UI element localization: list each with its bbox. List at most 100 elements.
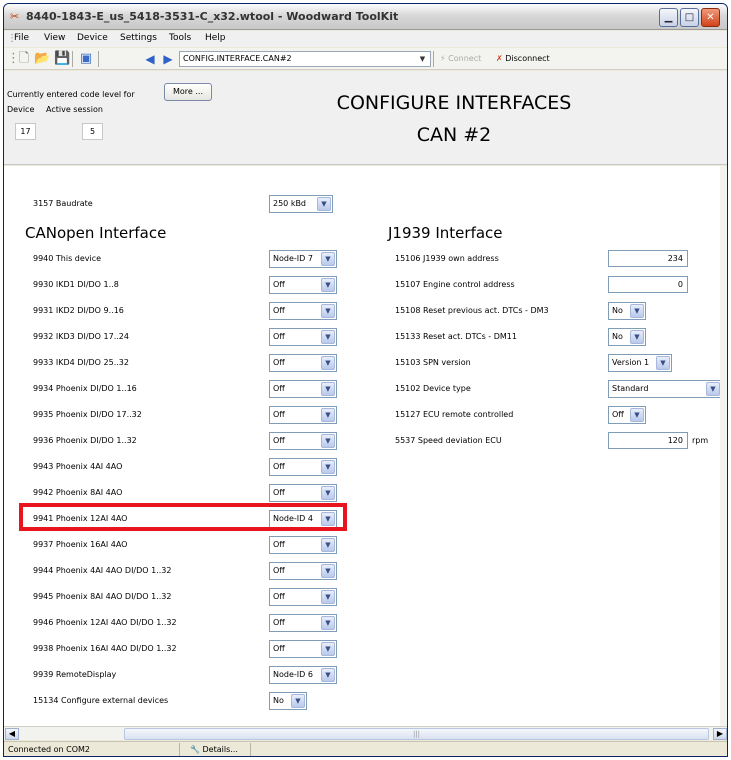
canopen-row-select[interactable]: Off ▼ xyxy=(269,380,337,398)
chevron-down-icon: ▼ xyxy=(321,382,335,396)
canopen-row-label: 9933 IKD4 DI/DO 25..32 xyxy=(33,358,129,367)
canopen-row-select[interactable]: Off ▼ xyxy=(269,328,337,346)
canopen-row-select[interactable]: Off ▼ xyxy=(269,276,337,294)
chevron-down-icon[interactable]: ▼ xyxy=(416,52,429,66)
ecu-remote-label: 15127 ECU remote controlled xyxy=(395,410,514,419)
chevron-down-icon: ▼ xyxy=(630,304,644,318)
canopen-row-value: Off xyxy=(273,358,285,367)
chevron-down-icon: ▼ xyxy=(321,460,335,474)
canopen-row-select[interactable]: Off ▼ xyxy=(269,536,337,554)
chevron-down-icon: ▼ xyxy=(706,382,720,396)
horizontal-scrollbar[interactable]: ◀ ||| ▶ xyxy=(4,726,727,740)
canopen-row-value: Off xyxy=(273,488,285,497)
menu-tools[interactable]: Tools xyxy=(169,33,191,43)
details-button[interactable]: 🔧 Details... xyxy=(190,743,238,756)
title-bar[interactable]: ✂ 8440-1843-E_us_5418-3531-C_x32.wtool -… xyxy=(4,4,727,30)
baudrate-value: 250 kBd xyxy=(273,199,307,208)
menu-settings[interactable]: Settings xyxy=(120,33,157,43)
canopen-row-value: Off xyxy=(273,436,285,445)
j1939-own-address-label: 15106 J1939 own address xyxy=(395,254,499,263)
scrollbar-thumb[interactable]: ||| xyxy=(124,728,709,740)
connect-button[interactable]: ⚡ Connect xyxy=(440,51,481,67)
save-icon[interactable]: 💾 xyxy=(54,51,70,67)
forward-icon[interactable]: ▶ xyxy=(160,51,176,67)
device-type-select[interactable]: Standard ▼ xyxy=(608,380,722,398)
minimize-button[interactable]: ▁ xyxy=(659,8,678,27)
menu-view[interactable]: View xyxy=(44,33,65,43)
reset-dm11-select[interactable]: No ▼ xyxy=(608,328,646,346)
canopen-row-select[interactable]: Off ▼ xyxy=(269,458,337,476)
reset-dm3-select[interactable]: No ▼ xyxy=(608,302,646,320)
menu-help[interactable]: Help xyxy=(205,33,226,43)
menu-file[interactable]: File xyxy=(14,33,29,43)
chevron-down-icon: ▼ xyxy=(317,197,331,211)
speed-deviation-input[interactable]: 120 xyxy=(608,432,688,449)
canopen-row-value: Off xyxy=(273,592,285,601)
chevron-down-icon: ▼ xyxy=(630,408,644,422)
baudrate-label: 3157 Baudrate xyxy=(33,199,93,208)
canopen-row-select[interactable]: Off ▼ xyxy=(269,614,337,632)
image-icon[interactable]: ▣ xyxy=(78,51,94,67)
canopen-row-label: 9935 Phoenix DI/DO 17..32 xyxy=(33,410,142,419)
details-label: Details... xyxy=(202,745,238,754)
chevron-down-icon: ▼ xyxy=(321,616,335,630)
chevron-down-icon: ▼ xyxy=(321,356,335,370)
j1939-own-address-input[interactable]: 234 xyxy=(608,250,688,267)
canopen-row-label: 9934 Phoenix DI/DO 1..16 xyxy=(33,384,137,393)
chevron-down-icon: ▼ xyxy=(321,564,335,578)
disconnect-icon: ✗ xyxy=(496,54,503,63)
page-header: Currently entered code level for More ..… xyxy=(4,71,727,165)
canopen-row-select[interactable]: Node-ID 7 ▼ xyxy=(269,250,337,268)
canopen-row-value: Off xyxy=(273,384,285,393)
more-button[interactable]: More ... xyxy=(164,83,212,101)
baudrate-select[interactable]: 250 kBd ▼ xyxy=(269,195,333,213)
scroll-left-icon[interactable]: ◀ xyxy=(5,728,19,740)
canopen-row-select[interactable]: Off ▼ xyxy=(269,484,337,502)
canopen-row-value: Off xyxy=(273,332,285,341)
spn-version-label: 15103 SPN version xyxy=(395,358,471,367)
page-title: CONFIGURE INTERFACES xyxy=(336,92,572,114)
canopen-row-label: 9937 Phoenix 16AI 4AO xyxy=(33,540,128,549)
maximize-button[interactable]: □ xyxy=(680,8,699,27)
j1939-heading: J1939 Interface xyxy=(388,224,503,242)
canopen-row-label: 9940 This device xyxy=(33,254,102,263)
canopen-row-label: 9936 Phoenix DI/DO 1..32 xyxy=(33,436,137,445)
canopen-row-value: Off xyxy=(273,410,285,419)
canopen-row-select[interactable]: Off ▼ xyxy=(269,588,337,606)
canopen-row-select[interactable]: Node-ID 6 ▼ xyxy=(269,666,337,684)
back-icon[interactable]: ◀ xyxy=(142,51,158,67)
open-folder-icon[interactable]: 📂 xyxy=(34,51,50,67)
canopen-row-value: Off xyxy=(273,644,285,653)
vertical-scrollbar[interactable] xyxy=(720,166,727,726)
spn-version-select[interactable]: Version 1 ▼ xyxy=(608,354,672,372)
canopen-row-label: 9932 IKD3 DI/DO 17..24 xyxy=(33,332,129,341)
status-bar: Connected on COM2 🔧 Details... xyxy=(4,741,727,756)
canopen-row-select[interactable]: Off ▼ xyxy=(269,406,337,424)
canopen-row-value: Off xyxy=(273,462,285,471)
canopen-row-label: 15134 Configure external devices xyxy=(33,696,169,705)
canopen-row-label: 9938 Phoenix 16AI 4AO DI/DO 1..32 xyxy=(33,644,177,653)
menu-device[interactable]: Device xyxy=(77,33,108,43)
page-address-combo[interactable]: CONFIG.INTERFACE.CAN#2 xyxy=(179,51,431,67)
chevron-down-icon: ▼ xyxy=(321,408,335,422)
canopen-row-select[interactable]: Off ▼ xyxy=(269,640,337,658)
page-address-text: CONFIG.INTERFACE.CAN#2 xyxy=(183,54,292,63)
speed-deviation-unit: rpm xyxy=(692,436,709,445)
close-button[interactable]: ✕ xyxy=(701,8,720,27)
canopen-row-select[interactable]: No ▼ xyxy=(269,692,307,710)
canopen-row-select[interactable]: Off ▼ xyxy=(269,432,337,450)
engine-control-address-input[interactable]: 0 xyxy=(608,276,688,293)
canopen-row-label: 9939 RemoteDisplay xyxy=(33,670,117,679)
scroll-right-icon[interactable]: ▶ xyxy=(713,728,727,740)
ecu-remote-select[interactable]: Off ▼ xyxy=(608,406,646,424)
canopen-row-select[interactable]: Off ▼ xyxy=(269,354,337,372)
canopen-row-select[interactable]: Off ▼ xyxy=(269,562,337,580)
canopen-row-label: 9930 IKD1 DI/DO 1..8 xyxy=(33,280,119,289)
toolbar-grip-icon: ⋮ xyxy=(7,51,20,66)
canopen-row-value: Node-ID 7 xyxy=(273,254,313,263)
chevron-down-icon: ▼ xyxy=(321,304,335,318)
canopen-row-select[interactable]: Off ▼ xyxy=(269,302,337,320)
new-file-icon[interactable]: 🗋 xyxy=(16,51,32,67)
disconnect-button[interactable]: ✗ Disconnect xyxy=(496,51,550,67)
canopen-row-value: Off xyxy=(273,566,285,575)
